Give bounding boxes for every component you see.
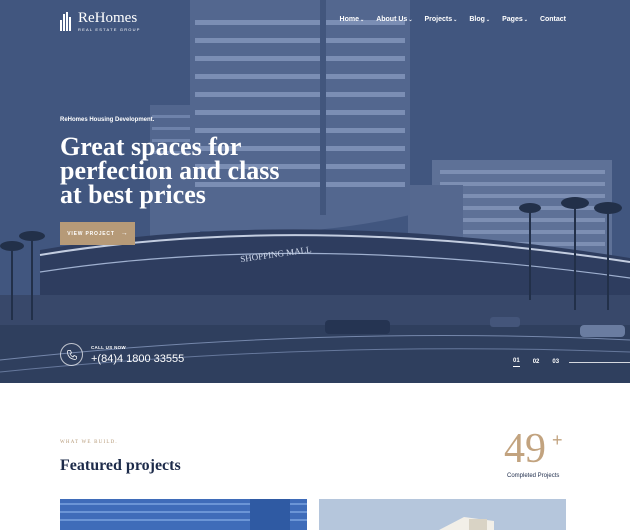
project-card[interactable]	[319, 499, 566, 530]
stat-label: Completed Projects	[507, 473, 560, 479]
headline-line: at best prices	[60, 180, 206, 209]
building-logo-icon	[60, 12, 73, 31]
nav-item-projects[interactable]: Projects ⌄	[425, 16, 458, 23]
nav-item-home[interactable]: Home ⌄	[340, 16, 365, 23]
brand-logo[interactable]: ReHomes REAL ESTATE GROUP	[60, 11, 141, 32]
hero-banner: SHOPPING MALL ReHomes REAL ESTATE GROUP	[0, 0, 630, 383]
chevron-down-icon: ⌄	[485, 16, 491, 23]
stat-suffix: +	[552, 430, 563, 450]
nav-label: Projects	[424, 16, 453, 23]
call-number[interactable]: +(84)4 1800 33555	[91, 353, 184, 365]
completed-projects-stat: 49 + Completed Projects	[504, 426, 574, 479]
chevron-down-icon: ⌄	[408, 16, 413, 23]
nav-label: Blog	[469, 16, 485, 23]
section-eyebrow: WHAT WE BUILD.	[60, 440, 118, 445]
chevron-down-icon: ⌄	[360, 16, 365, 23]
call-us-block[interactable]: CALL US NOW +(84)4 1800 33555	[60, 343, 184, 366]
hero-kicker: ReHomes Housing Development.	[60, 117, 155, 123]
hero-headline: Great spaces for perfection and class at…	[60, 134, 320, 209]
nav-item-about-us[interactable]: About Us ⌄	[376, 16, 412, 23]
section-title: Featured projects	[60, 457, 181, 474]
slide-pagination: 01 02 03	[513, 358, 559, 367]
chevron-down-icon: ⌄	[523, 16, 528, 23]
nav-label: Home	[339, 16, 359, 23]
brand-tagline: REAL ESTATE GROUP	[78, 27, 141, 32]
arrow-right-icon: →	[120, 230, 128, 237]
nav-item-contact[interactable]: Contact	[540, 16, 566, 23]
stat-value: 49	[504, 426, 546, 472]
slide-dot-03[interactable]: 03	[552, 359, 559, 367]
main-nav: Home ⌄ About Us ⌄ Projects ⌄ Blog ⌄ Pages ⌄ C…	[340, 16, 566, 23]
slide-progress-line	[569, 362, 630, 363]
nav-item-pages[interactable]: Pages ⌄	[502, 16, 528, 23]
project-card[interactable]	[60, 499, 307, 530]
view-project-label: VIEW PROJECT	[67, 230, 115, 237]
view-project-button[interactable]: VIEW PROJECT →	[60, 222, 135, 245]
nav-label: Contact	[539, 16, 566, 23]
phone-icon	[60, 343, 83, 366]
project-image	[319, 499, 566, 530]
slide-dot-02[interactable]: 02	[533, 359, 540, 367]
brand-name: ReHomes	[78, 10, 138, 26]
nav-item-blog[interactable]: Blog ⌄	[469, 16, 490, 23]
nav-label: About Us	[376, 16, 408, 23]
nav-label: Pages	[502, 16, 523, 23]
call-label: CALL US NOW	[91, 344, 126, 350]
slide-dot-01[interactable]: 01	[513, 358, 520, 367]
project-image	[60, 499, 307, 530]
chevron-down-icon: ⌄	[453, 16, 458, 23]
